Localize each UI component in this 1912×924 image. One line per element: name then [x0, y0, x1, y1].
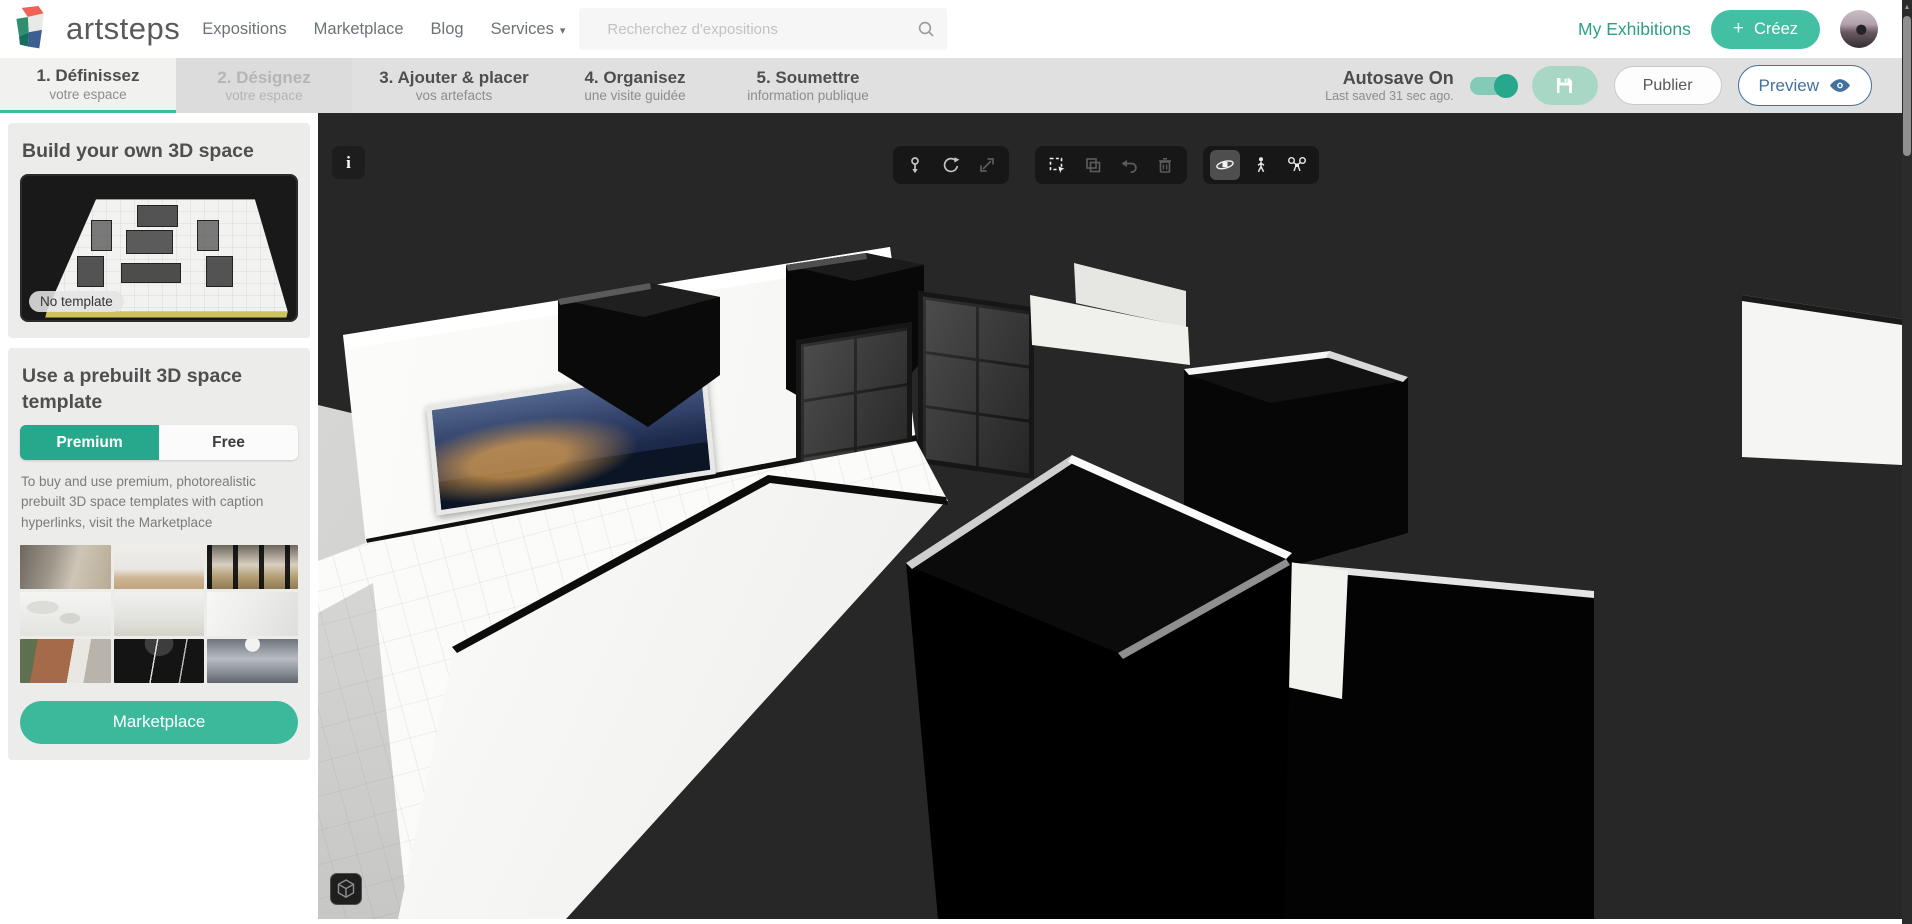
walk-view-icon[interactable] — [1246, 150, 1276, 180]
template-tabs: Premium Free — [20, 425, 298, 460]
undo-icon[interactable] — [1114, 150, 1144, 180]
drone-view-icon[interactable] — [1282, 150, 1312, 180]
step-title: 4. Organisez — [584, 67, 685, 88]
template-thumbnail-4[interactable] — [20, 592, 111, 636]
template-thumbnail-2[interactable] — [114, 545, 205, 589]
template-thumbnail-6[interactable] — [207, 592, 298, 636]
autosave-label: Autosave On — [1325, 68, 1454, 89]
no-template-label: No template — [29, 291, 124, 312]
navbar-right: My Exhibitions + Créez — [1578, 10, 1878, 49]
marketplace-button[interactable]: Marketplace — [20, 701, 298, 744]
step-subtitle: une visite guidée — [584, 88, 685, 104]
step-title: 1. Définissez — [37, 65, 140, 86]
template-thumbnail-7[interactable] — [20, 639, 111, 683]
nav-link-services[interactable]: Services ▾ — [491, 20, 566, 39]
last-saved-text: Last saved 31 sec ago. — [1325, 89, 1454, 103]
viewport-toolbar — [318, 146, 1902, 184]
step-tab-2-designez[interactable]: 2. Désignez votre espace — [176, 58, 352, 113]
step-title: 2. Désignez — [217, 67, 311, 88]
step-tab-5-soumettre[interactable]: 5. Soumettre information publique — [714, 58, 902, 113]
tab-premium[interactable]: Premium — [20, 425, 159, 460]
left-sidebar: Build your own 3D space No template Use … — [0, 113, 318, 924]
save-icon — [1555, 76, 1574, 95]
save-button[interactable] — [1532, 66, 1598, 105]
prebuilt-heading: Use a prebuilt 3D space template — [22, 364, 296, 415]
nav-link-blog[interactable]: Blog — [431, 20, 464, 39]
move-tool-icon[interactable] — [900, 150, 930, 180]
tab-free[interactable]: Free — [159, 425, 298, 460]
scene-glass-partition-2 — [918, 291, 1034, 479]
logo-text: artsteps — [66, 11, 180, 47]
trash-icon[interactable] — [1150, 150, 1180, 180]
search-icon — [917, 20, 935, 38]
step-subtitle: votre espace — [49, 87, 126, 103]
artsteps-logo-icon — [12, 6, 56, 52]
step-tab-3-ajouter-placer[interactable]: 3. Ajouter & placer vos artefacts — [352, 58, 556, 113]
vertical-scrollbar[interactable]: ▲ — [1902, 0, 1912, 924]
template-grid — [20, 545, 298, 683]
bottom-strip — [0, 919, 1912, 924]
template-thumbnail-8[interactable] — [114, 639, 205, 683]
step-subtitle: information publique — [747, 88, 869, 104]
duplicate-icon[interactable] — [1078, 150, 1108, 180]
template-thumbnail-3[interactable] — [207, 545, 298, 589]
primary-nav: Expositions Marketplace Blog Services ▾ — [202, 20, 565, 39]
plus-icon: + — [1733, 18, 1744, 40]
logo[interactable]: artsteps — [12, 6, 180, 52]
steps-bar: 1. Définissez votre espace 2. Désignez v… — [0, 58, 1902, 113]
step-tab-1-definissez[interactable]: 1. Définissez votre espace — [0, 58, 176, 113]
scrollbar-up-arrow[interactable]: ▲ — [1902, 0, 1912, 11]
preview-label: Preview — [1759, 76, 1819, 96]
template-thumbnail-9[interactable] — [207, 639, 298, 683]
premium-description: To buy and use premium, photorealistic p… — [21, 472, 297, 533]
artsteps-editor-page: artsteps Expositions Marketplace Blog Se… — [0, 0, 1912, 924]
autosave-status: Autosave On Last saved 31 sec ago. — [1325, 68, 1454, 103]
prebuilt-templates-card: Use a prebuilt 3D space template Premium… — [8, 348, 310, 759]
build-own-heading: Build your own 3D space — [22, 139, 296, 164]
step-subtitle: votre espace — [225, 88, 302, 104]
services-label: Services — [491, 20, 554, 38]
cube-view-button[interactable] — [330, 873, 362, 905]
step-tab-4-organisez[interactable]: 4. Organisez une visite guidée — [556, 58, 714, 113]
rotate-tool-icon[interactable] — [936, 150, 966, 180]
template-thumbnail-1[interactable] — [20, 545, 111, 589]
step-title: 3. Ajouter & placer — [379, 67, 529, 88]
eye-icon — [1829, 78, 1851, 93]
publish-button[interactable]: Publier — [1614, 66, 1722, 105]
preview-button[interactable]: Preview — [1738, 65, 1872, 106]
scrollbar-thumb[interactable] — [1903, 16, 1911, 156]
orbit-view-icon[interactable] — [1210, 150, 1240, 180]
top-navbar: artsteps Expositions Marketplace Blog Se… — [0, 0, 1902, 58]
scale-tool-icon[interactable] — [972, 150, 1002, 180]
steps-bar-actions: Autosave On Last saved 31 sec ago. Publi… — [1325, 58, 1902, 113]
step-subtitle: vos artefacts — [416, 88, 493, 104]
chevron-down-icon: ▾ — [560, 25, 566, 37]
marquee-select-icon[interactable] — [1042, 150, 1072, 180]
template-thumbnail-5[interactable] — [114, 592, 205, 636]
nav-link-expositions[interactable]: Expositions — [202, 20, 286, 39]
no-template-thumbnail[interactable]: No template — [20, 174, 298, 322]
edit-tool-group — [1035, 146, 1187, 184]
toggle-knob — [1494, 74, 1518, 98]
create-label: Créez — [1754, 20, 1798, 39]
build-own-card: Build your own 3D space No template — [8, 123, 310, 338]
transform-tool-group — [893, 146, 1009, 184]
nav-link-marketplace[interactable]: Marketplace — [314, 20, 404, 39]
search-input[interactable] — [579, 8, 947, 50]
info-button[interactable]: i — [332, 146, 365, 179]
search-box — [579, 8, 947, 50]
autosave-toggle[interactable] — [1470, 77, 1516, 95]
user-avatar[interactable] — [1840, 10, 1878, 48]
view-mode-group — [1203, 146, 1319, 184]
cube-icon — [337, 879, 355, 899]
viewport-3d-canvas[interactable]: i — [318, 113, 1902, 919]
step-title: 5. Soumettre — [757, 67, 860, 88]
create-button[interactable]: + Créez — [1711, 10, 1820, 49]
my-exhibitions-link[interactable]: My Exhibitions — [1578, 19, 1691, 40]
